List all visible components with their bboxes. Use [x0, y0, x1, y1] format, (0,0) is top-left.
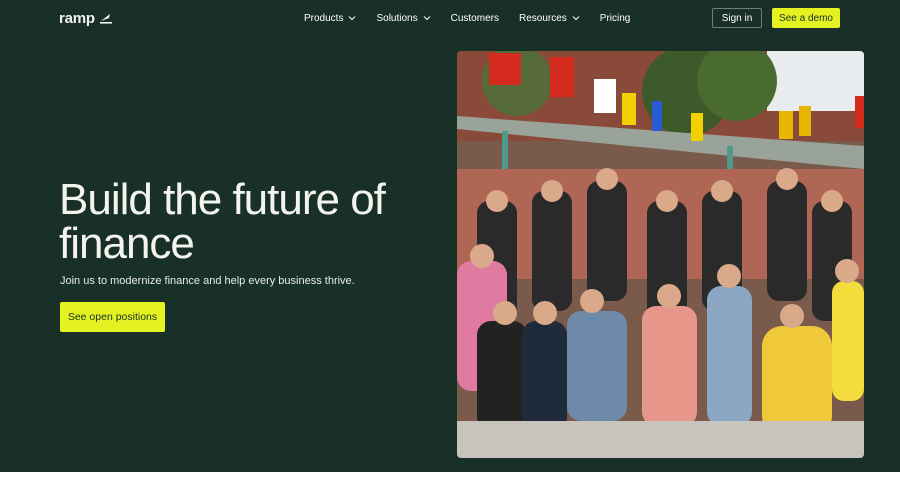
headline-line-1: Build the future of — [59, 175, 386, 224]
nav-resources-label: Resources — [518, 12, 567, 24]
see-open-positions-button[interactable]: See open positions — [60, 302, 165, 332]
chevron-down-icon — [572, 16, 580, 21]
team-photo — [457, 51, 864, 458]
headline-line-2: finance — [59, 219, 195, 268]
sign-in-button[interactable]: Sign in — [712, 8, 762, 28]
chevron-down-icon — [423, 16, 430, 21]
hero-section: ramp Products Solutions Customers Resour… — [0, 0, 900, 472]
ramp-logo[interactable]: ramp — [59, 9, 113, 27]
team-group-photo-icon — [457, 51, 864, 458]
nav-solutions-label: Solutions — [376, 12, 418, 24]
nav-customers[interactable]: Customers — [451, 12, 499, 24]
nav-pricing-label: Pricing — [599, 12, 631, 24]
logo-text: ramp — [59, 9, 95, 27]
chevron-down-icon — [349, 16, 356, 21]
page-bottom-divider — [0, 472, 900, 484]
main-nav: Products Solutions Customers Resources P… — [304, 12, 650, 24]
nav-customers-label: Customers — [450, 12, 499, 24]
nav-solutions[interactable]: Solutions — [376, 12, 430, 24]
nav-pricing[interactable]: Pricing — [600, 12, 631, 24]
nav-resources[interactable]: Resources — [519, 12, 580, 24]
careers-page: ramp Products Solutions Customers Resour… — [0, 0, 900, 484]
nav-products[interactable]: Products — [304, 12, 356, 24]
page-title: Build the future of finance — [59, 178, 439, 266]
see-demo-button[interactable]: See a demo — [772, 8, 840, 28]
hero-subtitle: Join us to modernize finance and help ev… — [60, 275, 355, 287]
nav-products-label: Products — [304, 12, 344, 24]
ramp-logo-icon — [99, 14, 112, 24]
